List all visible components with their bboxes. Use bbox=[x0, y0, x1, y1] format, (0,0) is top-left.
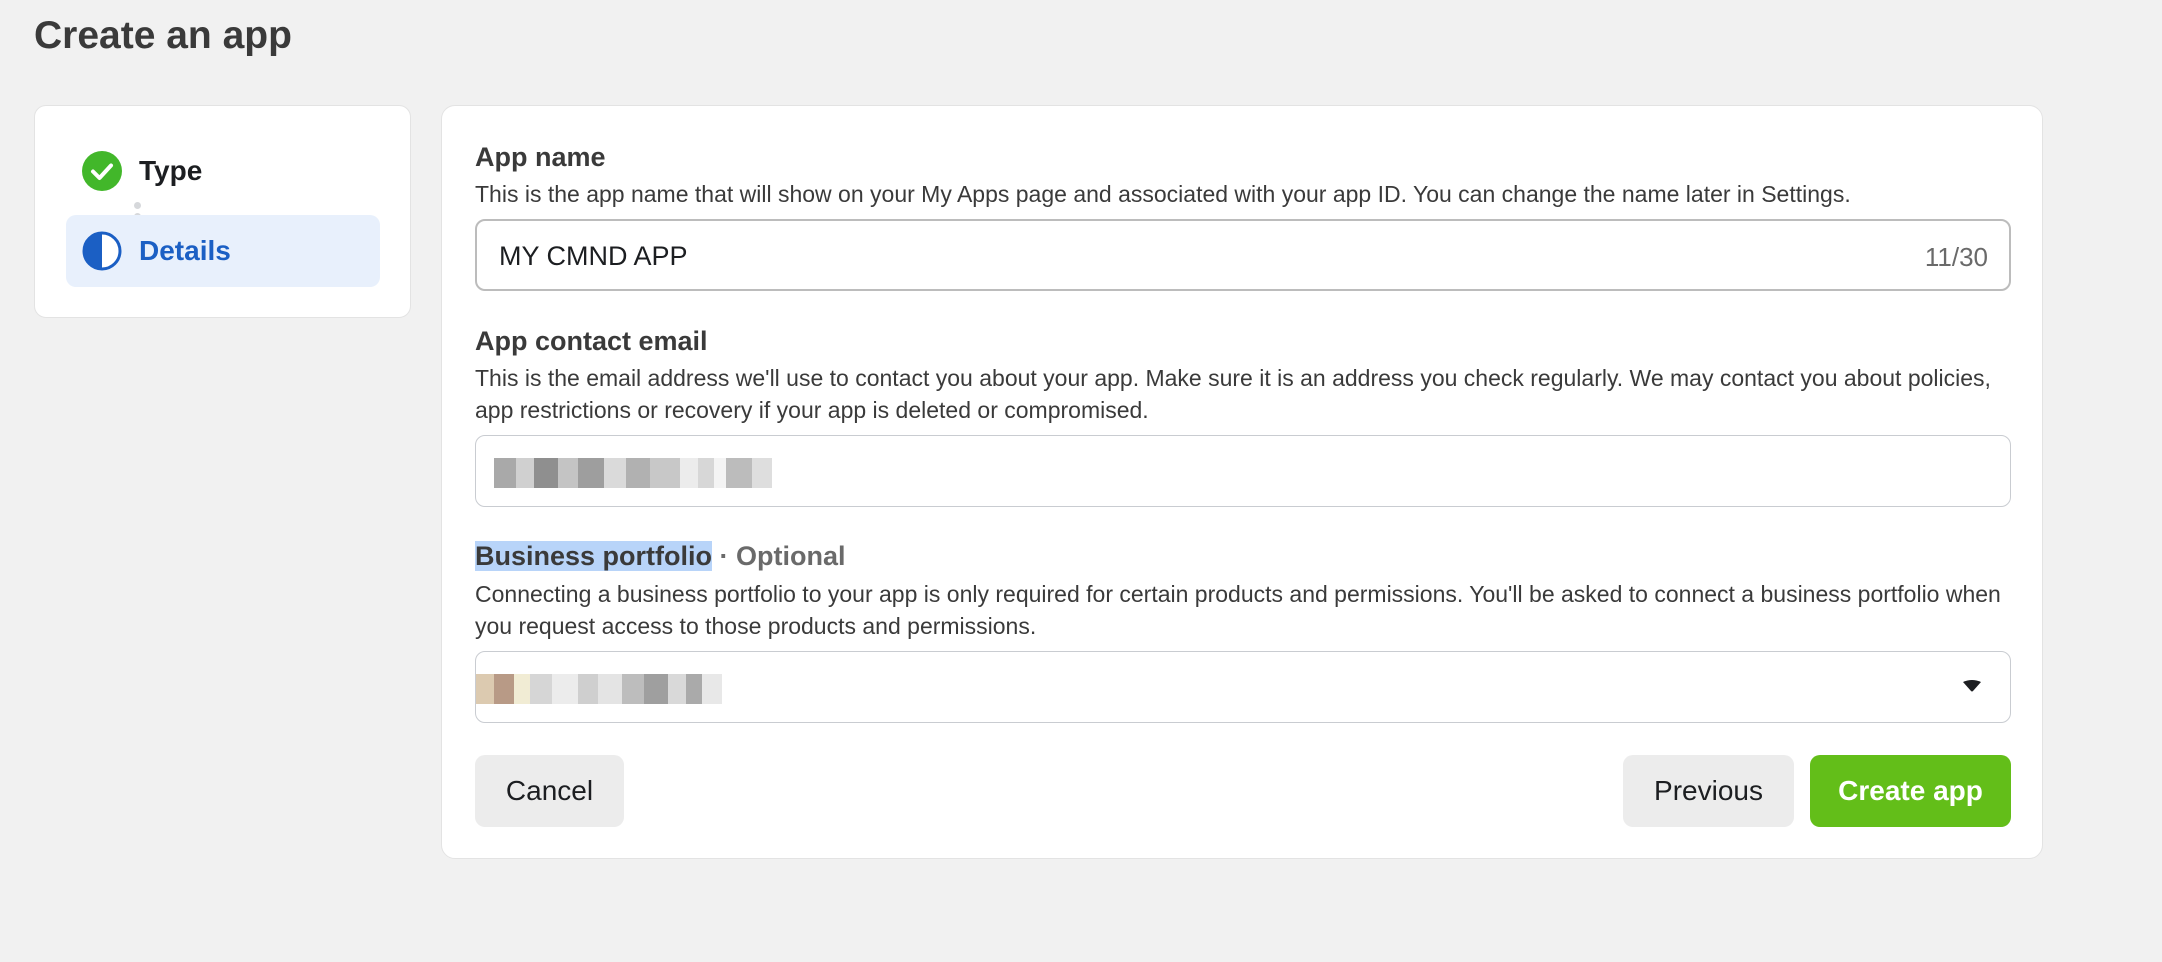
redacted-portfolio-value bbox=[476, 674, 722, 704]
app-name-input[interactable]: MY CMND APP 11/30 bbox=[475, 219, 2011, 291]
contact-email-input[interactable] bbox=[475, 435, 2011, 507]
optional-tag: · Optional bbox=[712, 541, 846, 571]
previous-button[interactable]: Previous bbox=[1623, 755, 1794, 827]
create-app-button[interactable]: Create app bbox=[1810, 755, 2011, 827]
check-circle-icon bbox=[82, 151, 122, 191]
details-form-card: App name This is the app name that will … bbox=[441, 105, 2043, 859]
contact-email-help: This is the email address we'll use to c… bbox=[475, 365, 1991, 423]
stepper-panel: Type Details bbox=[34, 105, 411, 318]
redacted-email-value bbox=[494, 458, 772, 488]
step-details-label: Details bbox=[139, 235, 231, 266]
app-name-label: App name bbox=[475, 142, 606, 172]
page-title: Create an app bbox=[34, 14, 292, 57]
cancel-button[interactable]: Cancel bbox=[475, 755, 624, 827]
business-portfolio-label: Business portfolio bbox=[475, 541, 713, 571]
business-portfolio-select[interactable] bbox=[475, 651, 2011, 723]
half-circle-icon bbox=[82, 231, 122, 271]
step-type-label: Type bbox=[139, 155, 203, 186]
chevron-down-icon[interactable] bbox=[1962, 679, 1982, 693]
app-name-char-counter: 11/30 bbox=[1924, 242, 1988, 272]
step-details[interactable]: Details bbox=[66, 215, 380, 287]
app-name-help: This is the app name that will show on y… bbox=[475, 181, 1851, 207]
contact-email-label: App contact email bbox=[475, 326, 708, 356]
business-portfolio-help: Connecting a business portfolio to your … bbox=[475, 581, 2001, 639]
app-name-value: MY CMND APP bbox=[499, 241, 688, 271]
business-portfolio-label-row: Business portfolio · Optional bbox=[475, 541, 846, 572]
step-type[interactable]: Type bbox=[66, 135, 380, 207]
